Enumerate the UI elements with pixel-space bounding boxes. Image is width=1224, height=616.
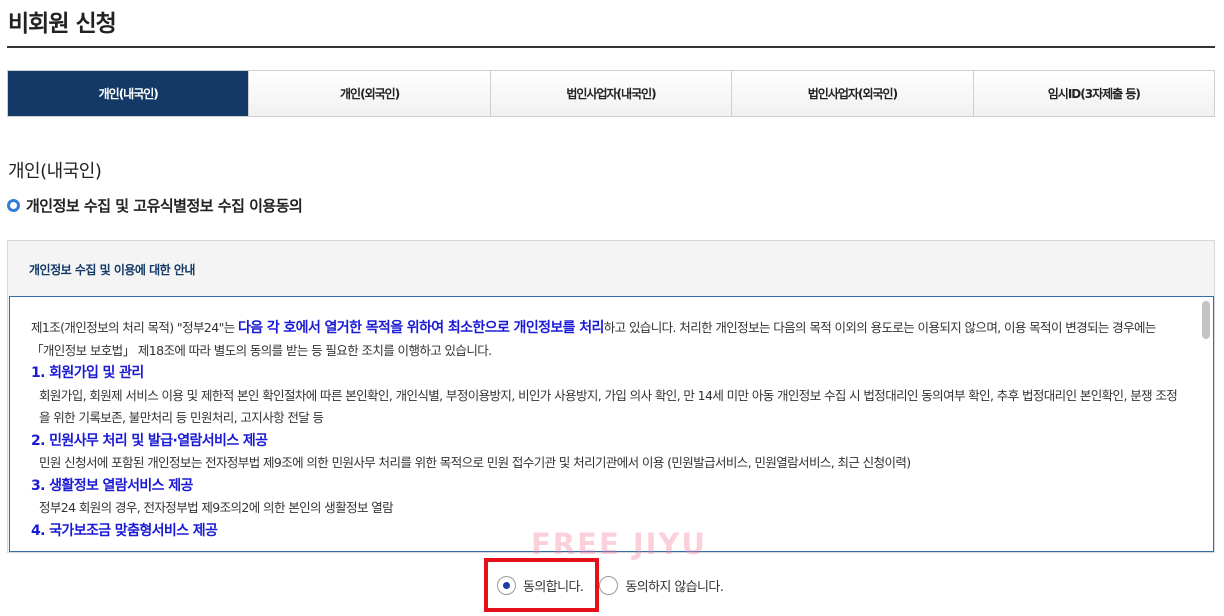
agree-highlight-box xyxy=(484,558,599,612)
disagree-label: 동의하지 않습니다. xyxy=(625,579,724,595)
disagree-option[interactable]: 동의하지 않습니다. xyxy=(599,575,724,595)
terms-item-title: 2. 민원사무 처리 및 발급·열람서비스 제공 xyxy=(31,432,268,449)
tab-individual-foreign[interactable]: 개인(외국인) xyxy=(248,71,490,116)
terms-item-body: 민원 신청서에 포함된 개인정보는 전자정부법 제9조에 의한 민원사무 처리를… xyxy=(39,455,911,470)
terms-intro: 제1조(개인정보의 처리 목적) "정부24"는 다음 각 호에서 열거한 목적… xyxy=(31,317,1181,362)
circle-bullet-icon xyxy=(7,199,20,212)
tab-individual-domestic[interactable]: 개인(내국인) xyxy=(8,71,249,116)
consent-subheading: 개인정보 수집 및 고유식별정보 수집 이용동의 xyxy=(7,195,303,216)
consent-subheading-label: 개인정보 수집 및 고유식별정보 수집 이용동의 xyxy=(26,197,303,215)
terms-item-title: 3. 생활정보 열람서비스 제공 xyxy=(31,477,193,494)
privacy-guide-title: 개인정보 수집 및 이용에 대한 안내 xyxy=(29,263,195,277)
section-heading: 개인(내국인) xyxy=(8,161,102,182)
terms-scroll-thumb[interactable] xyxy=(1202,301,1210,339)
title-divider xyxy=(7,46,1215,48)
watermark-text: FREE JIYU xyxy=(531,527,707,561)
tab-corporate-foreign[interactable]: 법인사업자(외국인) xyxy=(731,71,973,116)
tab-corporate-domestic[interactable]: 법인사업자(내국인) xyxy=(489,71,732,116)
terms-scroll-area[interactable]: 제1조(개인정보의 처리 목적) "정부24"는 다음 각 호에서 열거한 목적… xyxy=(9,296,1214,552)
terms-item-title: 1. 회원가입 및 관리 xyxy=(31,365,144,381)
terms-item-body: 회원가입, 회원제 서비스 이용 및 제한적 본인 확인절차에 따른 본인확인,… xyxy=(39,387,1178,426)
page-title: 비회원 신청 xyxy=(8,11,117,37)
tab-temporary-id[interactable]: 임시ID(3자제출 등) xyxy=(972,71,1215,116)
disagree-radio[interactable] xyxy=(599,575,619,595)
terms-intro-emphasis: 다음 각 호에서 열거한 목적을 위하여 최소한으로 개인정보를 처리 xyxy=(238,320,604,336)
terms-content: 제1조(개인정보의 처리 목적) "정부24"는 다음 각 호에서 열거한 목적… xyxy=(31,317,1181,542)
terms-intro-prefix: 제1조(개인정보의 처리 목적) "정부24"는 xyxy=(31,320,239,335)
applicant-type-tabs: 개인(내국인) 개인(외국인) 법인사업자(내국인) 법인사업자(외국인) 임시… xyxy=(7,70,1215,117)
terms-scrollbar[interactable] xyxy=(1199,297,1213,551)
privacy-guide-box: 개인정보 수집 및 이용에 대한 안내 제1조(개인정보의 처리 목적) "정부… xyxy=(7,240,1215,553)
terms-item-body: 정부24 회원의 경우, 전자정부법 제9조의2에 의한 본인의 생활정보 열람 xyxy=(39,500,394,515)
